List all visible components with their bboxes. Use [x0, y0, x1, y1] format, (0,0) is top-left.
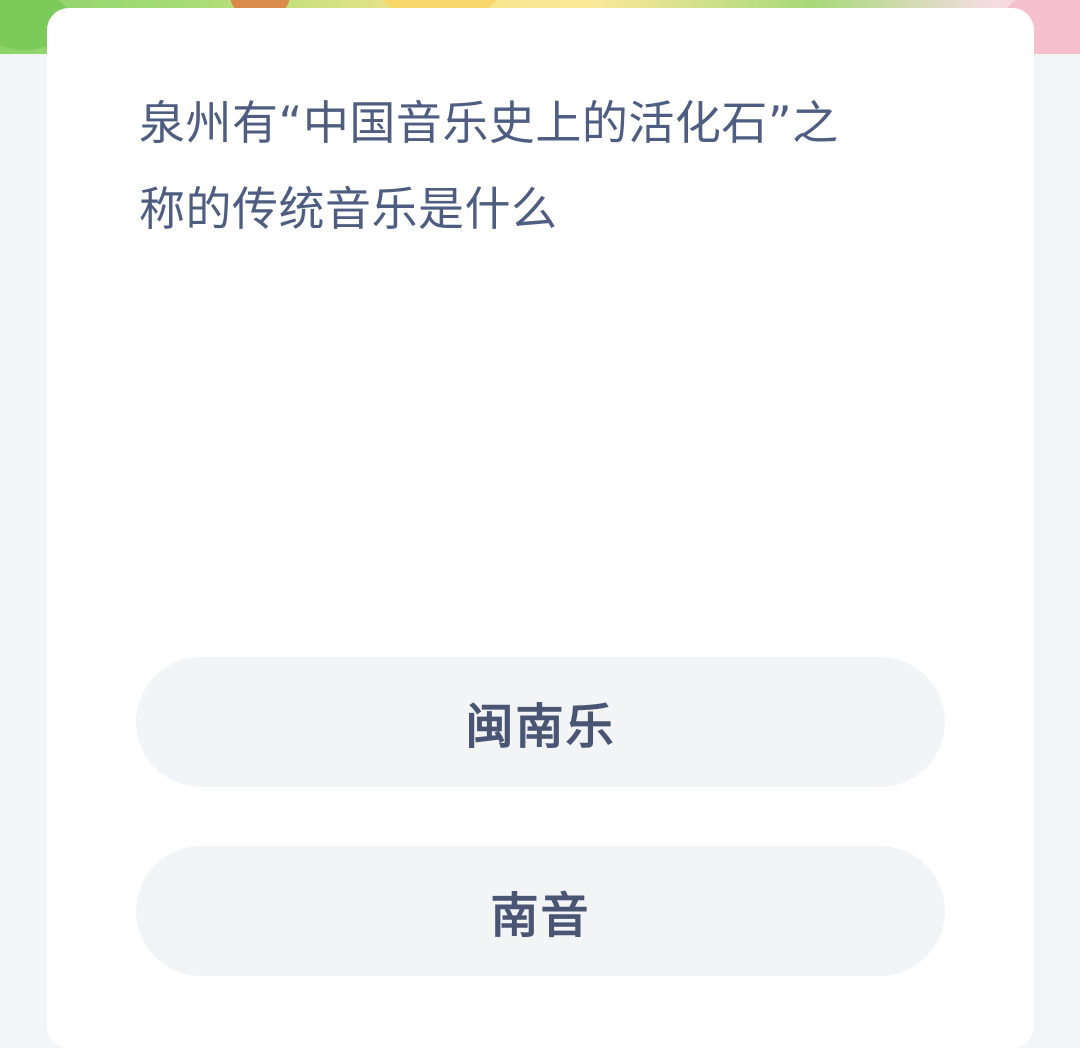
question-line-1: 泉州有“中国音乐史上的活化石”之: [139, 96, 839, 150]
question-card: 泉州有“中国音乐史上的活化石”之 称的传统音乐是什么 闽南乐 南音: [47, 8, 1034, 1048]
question-text: 泉州有“中国音乐史上的活化石”之 称的传统音乐是什么: [139, 80, 929, 252]
answer-option-a[interactable]: 闽南乐: [136, 657, 945, 787]
answer-option-b[interactable]: 南音: [136, 846, 945, 976]
question-line-2: 称的传统音乐是什么: [139, 182, 558, 236]
